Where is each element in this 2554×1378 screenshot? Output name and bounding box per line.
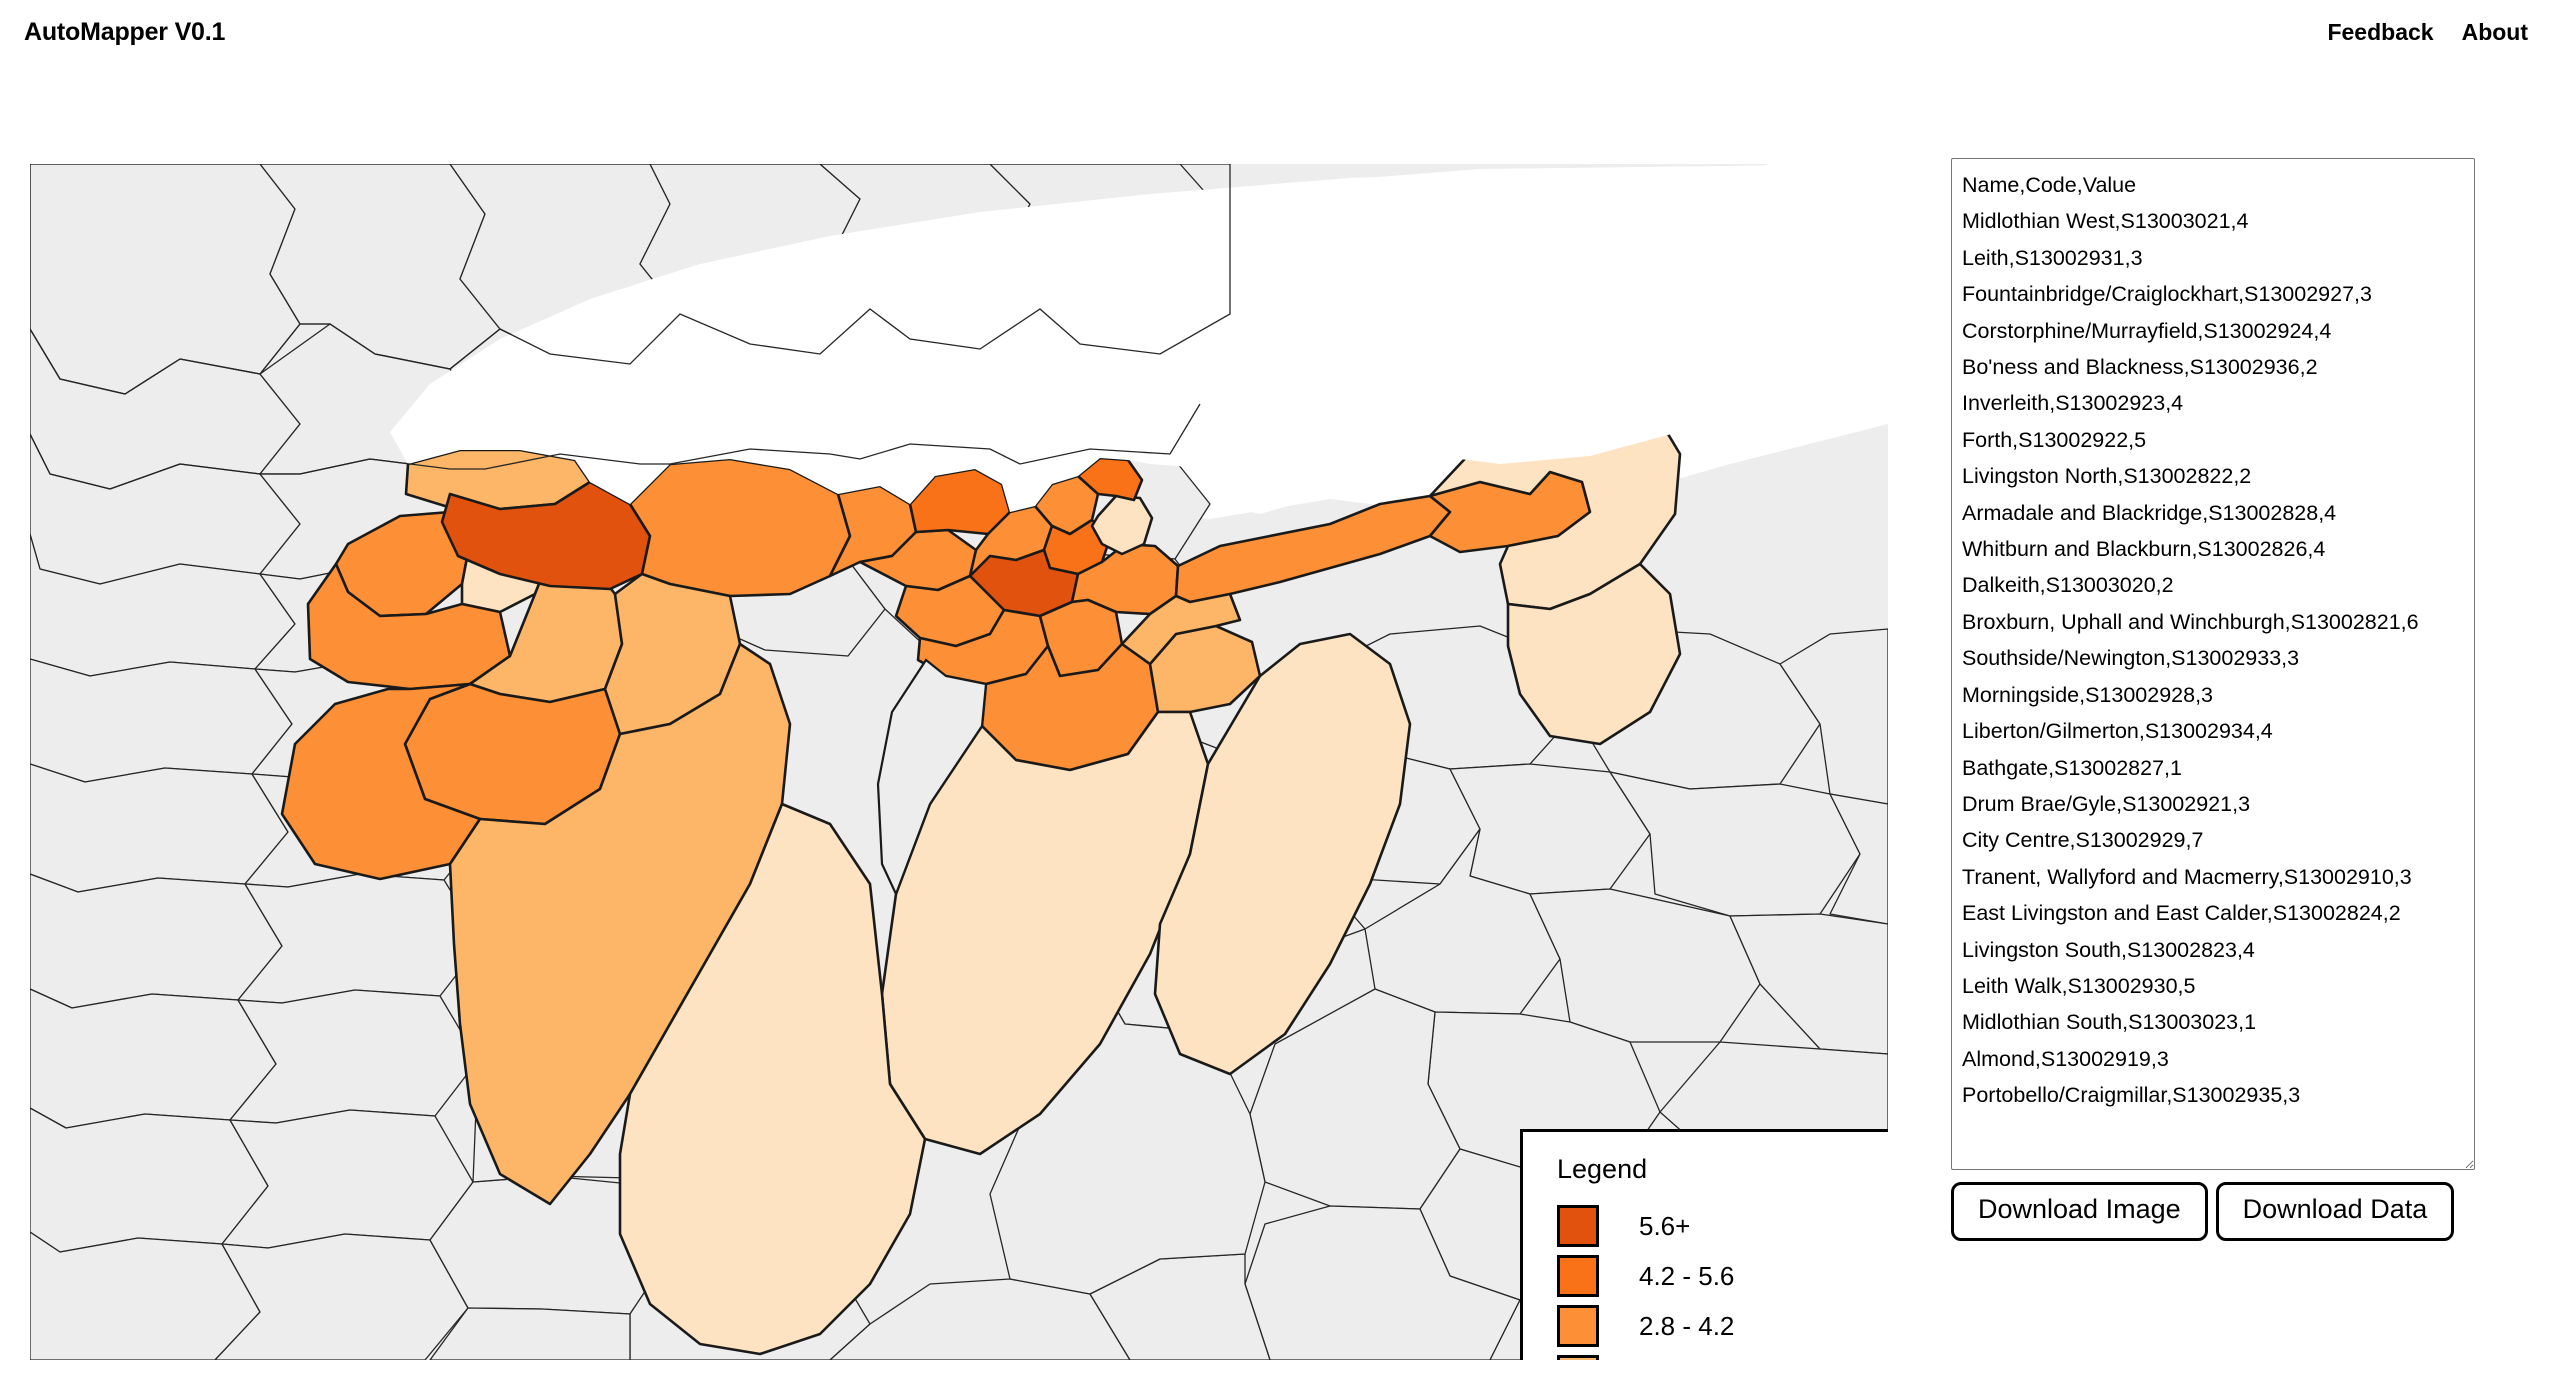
legend-label: 5.6+: [1639, 1210, 1691, 1241]
download-buttons: Download Image Download Data: [1951, 1182, 2455, 1241]
map-legend: Legend 5.6+ 4.2 - 5.6 2.8 - 4.2 1.4 - 2.…: [1520, 1129, 1888, 1360]
choropleth-map[interactable]: Legend 5.6+ 4.2 - 5.6 2.8 - 4.2 1.4 - 2.…: [30, 164, 1888, 1360]
legend-title: Legend: [1557, 1154, 1648, 1184]
download-image-button[interactable]: Download Image: [1951, 1182, 2208, 1241]
legend-row: 1.4 - 2.8: [1557, 1351, 1888, 1360]
csv-data-textarea[interactable]: [1951, 158, 2475, 1170]
legend-swatch: [1557, 1255, 1599, 1297]
nav-link-feedback[interactable]: Feedback: [2327, 19, 2433, 46]
data-panel: [1951, 158, 2475, 1170]
legend-label: 2.8 - 4.2: [1639, 1310, 1735, 1341]
legend-swatch: [1557, 1305, 1599, 1347]
page-title: AutoMapper V0.1: [24, 18, 226, 46]
legend-row: 5.6+: [1557, 1201, 1888, 1251]
legend-swatch: [1557, 1355, 1599, 1360]
nav-link-about[interactable]: About: [2462, 19, 2528, 46]
app-header: AutoMapper V0.1 Feedback About: [0, 0, 2554, 64]
header-nav: Feedback About: [2327, 19, 2528, 46]
legend-row: 4.2 - 5.6: [1557, 1251, 1888, 1301]
legend-row: 2.8 - 4.2: [1557, 1301, 1888, 1351]
download-data-button[interactable]: Download Data: [2215, 1182, 2455, 1241]
legend-swatch: [1557, 1205, 1599, 1247]
legend-label: 4.2 - 5.6: [1639, 1260, 1735, 1291]
